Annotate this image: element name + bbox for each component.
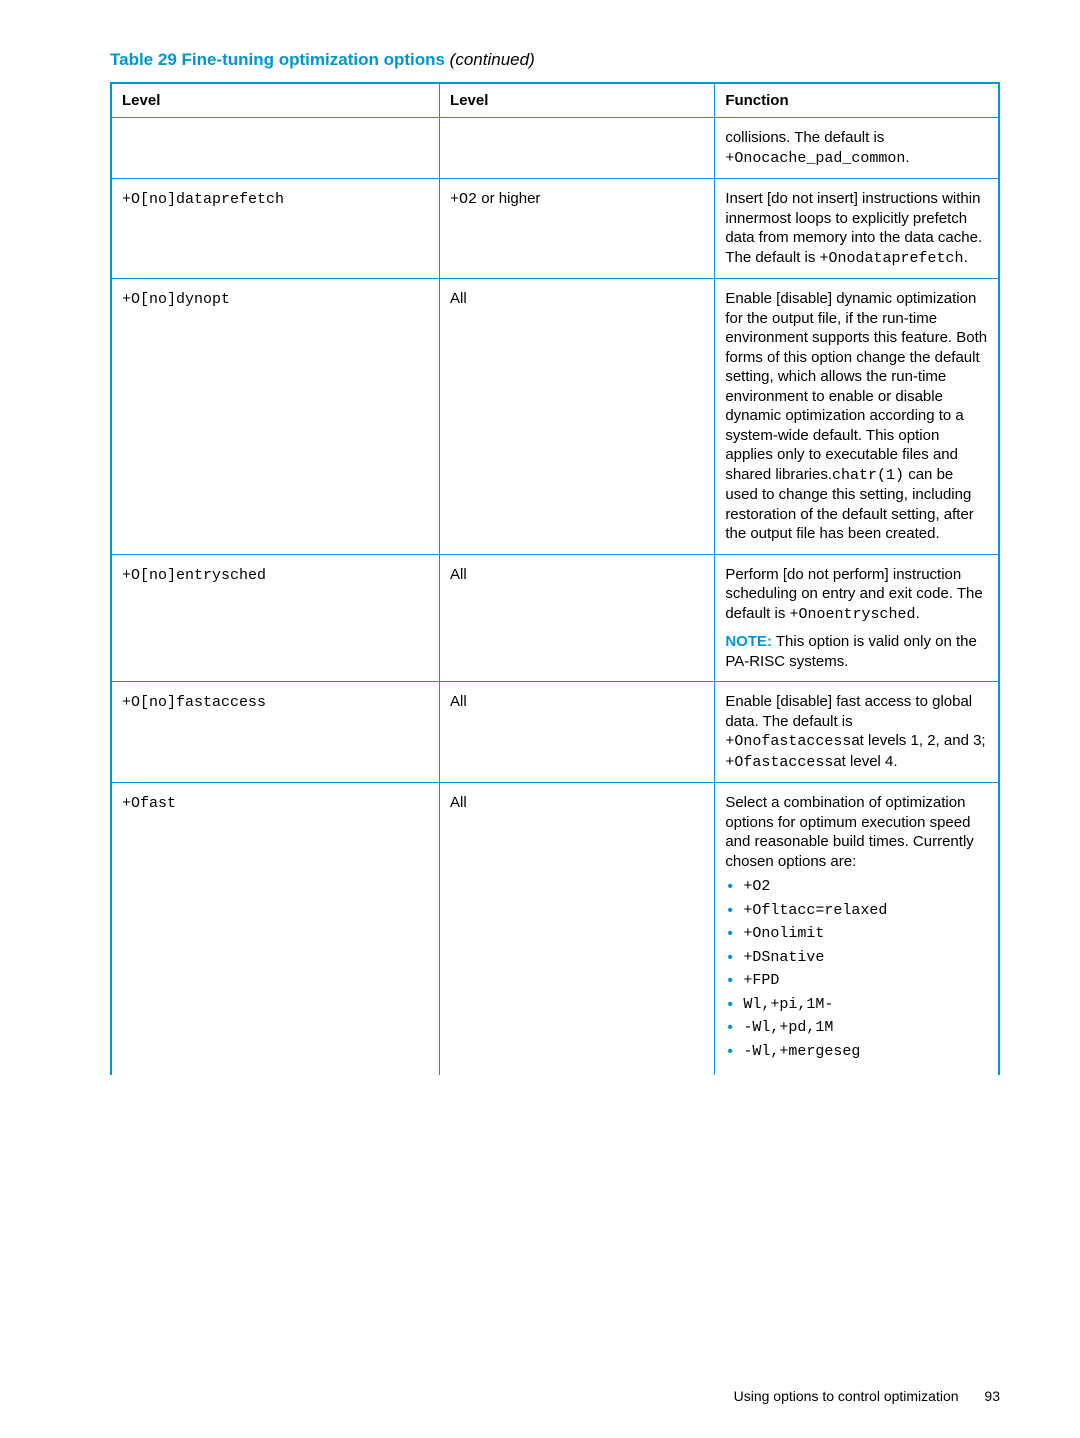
table-row: +O[no]dynopt All Enable [disable] dynami… [111,279,999,555]
option-bullet-list: +O2 +Ofltacc=relaxed +Onolimit +DSnative… [725,877,988,1061]
options-table: Level Level Function collisions. The def… [110,82,1000,1075]
note-block: NOTE: This option is valid only on the P… [725,632,988,671]
header-level-2: Level [440,83,715,118]
cell-level: +O[no]dynopt [111,279,440,555]
cell-opt-level: All [440,279,715,555]
list-item: Wl,+pi,1M- [725,995,988,1015]
cell-level: +Ofast [111,783,440,1076]
cell-level: +O[no]dataprefetch [111,179,440,279]
cell-level: +O[no]entrysched [111,554,440,682]
cell-function: Insert [do not insert] instructions with… [715,179,999,279]
table-row: +O[no]dataprefetch +O2 or higher Insert … [111,179,999,279]
list-item: -Wl,+pd,1M [725,1018,988,1038]
cell-function: Select a combination of optimization opt… [715,783,999,1076]
footer-text: Using options to control optimization [734,1388,959,1404]
text: . [905,149,909,166]
list-item: +O2 [725,877,988,897]
text: collisions. The default is [725,129,884,146]
list-item: +DSnative [725,948,988,968]
cell-opt-level: +O2 or higher [440,179,715,279]
text: Enable [disable] fast access to global d… [725,693,972,730]
code: +O[no]dynopt [122,291,230,308]
caption-title: Table 29 Fine-tuning optimization option… [110,50,445,69]
cell-opt-level: All [440,783,715,1076]
page-number: 93 [984,1388,1000,1404]
text: at level 4. [833,753,897,770]
code: +Ofast [122,795,176,812]
cell-function: Perform [do not perform] instruction sch… [715,554,999,682]
text: or higher [477,190,540,207]
text: Enable [disable] dynamic optimization fo… [725,290,987,483]
list-item: +Ofltacc=relaxed [725,901,988,921]
header-level-1: Level [111,83,440,118]
code: +Onodataprefetch [820,250,964,267]
code: +Onocache_pad_common [725,150,905,167]
text: All [450,566,467,583]
table-row: +O[no]entrysched All Perform [do not per… [111,554,999,682]
code: +O[no]entrysched [122,567,266,584]
table-caption: Table 29 Fine-tuning optimization option… [110,50,1000,70]
text: at levels 1, 2, and 3; [851,732,985,749]
cell-function: Enable [disable] fast access to global d… [715,682,999,783]
code: +Onofastaccess [725,733,851,750]
cell-opt-level [440,118,715,179]
text: All [450,693,467,710]
text: . [916,605,920,622]
table-header-row: Level Level Function [111,83,999,118]
code: +Onoentrysched [790,606,916,623]
text: All [450,290,467,307]
text: . [964,249,968,266]
cell-opt-level: All [440,554,715,682]
list-item: +FPD [725,971,988,991]
table-row: +Ofast All Select a combination of optim… [111,783,999,1076]
code: +Ofastaccess [725,754,833,771]
code: +O2 [450,191,477,208]
list-item: +Onolimit [725,924,988,944]
cell-function: collisions. The default is +Onocache_pad… [715,118,999,179]
caption-continued: (continued) [445,50,535,69]
code: chatr(1) [832,467,904,484]
text: Select a combination of optimization opt… [725,794,973,870]
header-function: Function [715,83,999,118]
table-row: collisions. The default is +Onocache_pad… [111,118,999,179]
cell-opt-level: All [440,682,715,783]
page-footer: Using options to control optimization 93 [734,1388,1000,1404]
code: +O[no]dataprefetch [122,191,284,208]
list-item: -Wl,+mergeseg [725,1042,988,1062]
code: +O[no]fastaccess [122,694,266,711]
cell-level [111,118,440,179]
table-row: +O[no]fastaccess All Enable [disable] fa… [111,682,999,783]
cell-level: +O[no]fastaccess [111,682,440,783]
text: All [450,794,467,811]
note-label: NOTE: [725,633,772,650]
cell-function: Enable [disable] dynamic optimization fo… [715,279,999,555]
